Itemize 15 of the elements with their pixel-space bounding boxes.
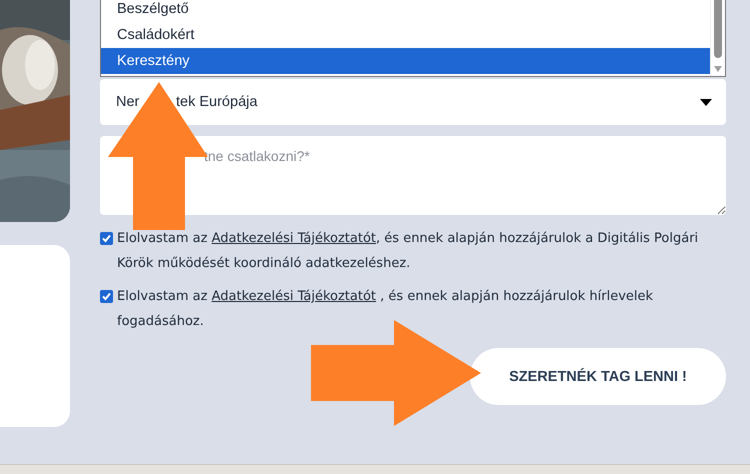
list-option[interactable]: Beszélgető (101, 0, 710, 22)
dropdown-field[interactable]: Ner tek Európája (100, 79, 726, 125)
caret-icon (700, 98, 712, 106)
list-option[interactable]: Keresztény (101, 48, 710, 74)
checkbox[interactable] (100, 290, 113, 303)
scroll-down-icon[interactable] (714, 66, 722, 72)
scrollbar[interactable] (710, 0, 725, 76)
arrow-right-icon (311, 320, 481, 426)
privacy-link[interactable]: Adatkezelési Tájékoztatót (212, 289, 376, 304)
checkbox[interactable] (100, 232, 113, 245)
consent-text: Elolvastam az Adatkezelési Tájékoztatót , és ennek alapján hozzájárulok hírlevelek fogadásához. (117, 288, 654, 331)
privacy-link[interactable]: Adatkezelési Tájékoztatót (212, 231, 376, 246)
list-option[interactable]: Családokért (101, 22, 710, 48)
submit-button[interactable]: SZERETNÉK TAG LENNI ! (470, 348, 726, 405)
consent-text: Elolvastam az Adatkezelési Tájékoztatót, és ennek alapján hozzájárulok a Digitális Polgári Körök működését koordináló adatkezeléshez. (117, 230, 700, 273)
